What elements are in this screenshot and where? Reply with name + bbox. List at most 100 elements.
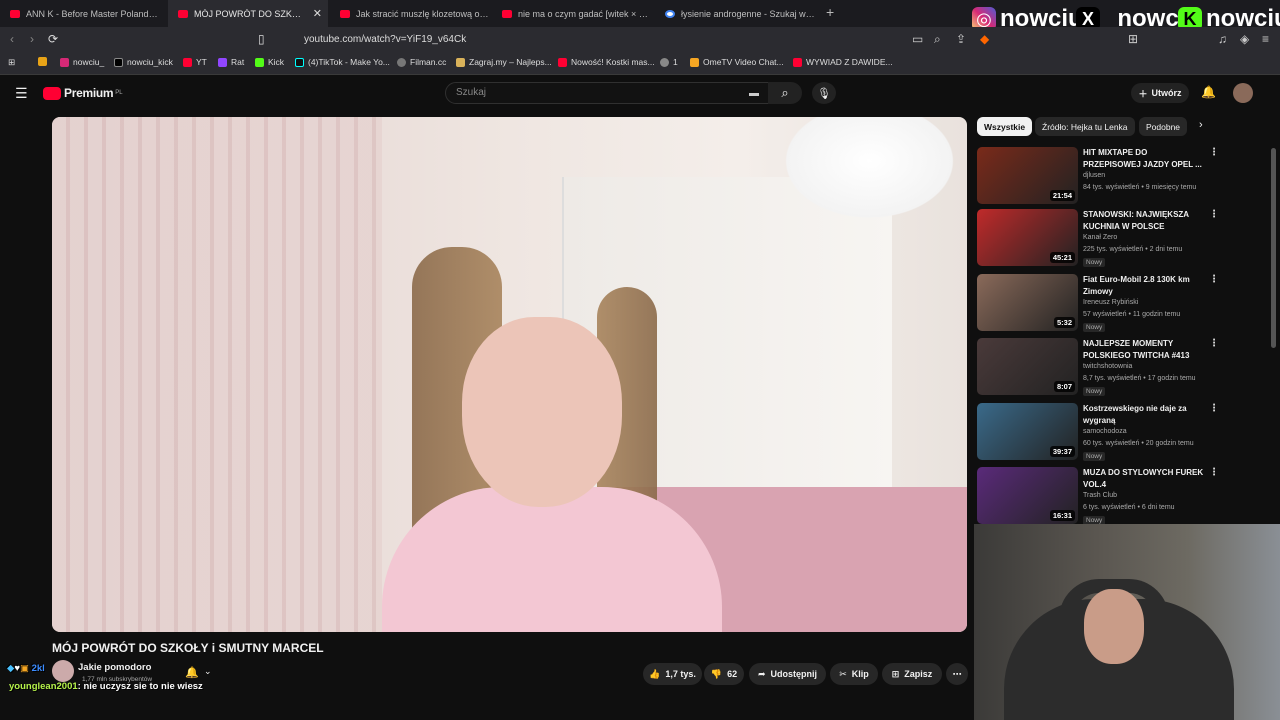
bell-icon[interactable]: 🔔 xyxy=(1201,85,1216,99)
url-field[interactable]: youtube.com/watch?v=YiF19_v64Ck xyxy=(280,30,1000,49)
more-icon[interactable]: ⋮ xyxy=(1209,147,1219,158)
video-title[interactable]: NAJLEPSZE MOMENTY POLSKIEGO TWITCHA #413 xyxy=(1083,338,1205,362)
more-icon[interactable]: ⋮ xyxy=(1209,467,1219,478)
bookmark-11[interactable]: OmeTV Video Chat... xyxy=(690,57,784,67)
video-title[interactable]: HIT MIXTAPE DO PRZEPISOWEJ JAZDY OPEL ..… xyxy=(1083,147,1205,171)
share-icon[interactable]: ⇪ xyxy=(956,32,966,46)
bookmark-3[interactable]: YT xyxy=(183,57,207,67)
video-thumbnail[interactable]: 5:32 xyxy=(977,274,1078,331)
search-button[interactable]: ⌕ xyxy=(768,82,802,104)
new-tab-button[interactable]: + xyxy=(826,4,834,20)
like-button[interactable]: 👍 1,7 tys. xyxy=(643,663,702,685)
bookmark-7[interactable]: Filman.cc xyxy=(397,57,446,67)
back-icon[interactable]: ‹ xyxy=(10,32,14,46)
recommended-video[interactable]: 8:07 NAJLEPSZE MOMENTY POLSKIEGO TWITCHA … xyxy=(977,338,1227,398)
bookmark-12[interactable]: WYWIAD Z DAWIDE... xyxy=(793,57,893,67)
bookmark-0[interactable] xyxy=(38,57,51,66)
shield-icon[interactable]: ◆ xyxy=(980,32,989,46)
bell-icon[interactable]: 🔔 xyxy=(185,666,199,679)
extension-icon[interactable]: ⊞ xyxy=(1128,32,1138,46)
more-icon[interactable]: ⋮ xyxy=(1209,338,1219,349)
video-title[interactable]: MUZA DO STYLOWYCH FUREK VOL.4 xyxy=(1083,467,1205,491)
music-icon[interactable]: ♫ xyxy=(1218,32,1227,46)
chip-source[interactable]: Źródło: Hejka tu Lenka xyxy=(1035,117,1135,136)
bookmark-5[interactable]: Kick xyxy=(255,57,284,67)
video-frame-hoodie xyxy=(382,487,722,632)
save-label: Zapisz xyxy=(904,669,933,679)
bookmark-icon[interactable]: ▯ xyxy=(258,32,265,46)
screen-icon[interactable]: ▭ xyxy=(912,32,923,46)
bookmark-4[interactable]: Rat xyxy=(218,57,244,67)
chevron-right-icon[interactable]: › xyxy=(1199,119,1203,131)
chevron-down-icon[interactable]: ⌄ xyxy=(204,666,212,677)
share-button[interactable]: ➦ Udostępnij xyxy=(749,663,826,685)
bookmark-10[interactable]: 1 xyxy=(660,57,678,67)
more-icon[interactable]: ⋮ xyxy=(1209,403,1219,414)
vpn-icon[interactable]: ◈ xyxy=(1240,32,1249,46)
avatar[interactable] xyxy=(1233,83,1253,103)
apps-icon[interactable]: ⊞ xyxy=(8,57,15,68)
tab-4[interactable]: łysienie androgenne - Szukaj w Goog xyxy=(655,0,815,27)
bookmark-9[interactable]: Nowość! Kostki mas... xyxy=(558,57,655,67)
create-button[interactable]: ＋ Utwórz xyxy=(1131,83,1189,103)
channel-name[interactable]: Kanał Zero xyxy=(1083,234,1117,241)
forward-icon[interactable]: › xyxy=(30,32,34,46)
keyboard-icon[interactable]: ▬ xyxy=(749,84,759,104)
hamburger-menu-icon[interactable]: ☰ xyxy=(15,85,28,102)
channel-name[interactable]: Jakie pomodoro xyxy=(78,662,151,673)
chip-related[interactable]: Podobne xyxy=(1139,117,1188,136)
bookmark-1[interactable]: nowciu_ xyxy=(60,57,104,67)
video-title[interactable]: STANOWSKI: NAJWIĘKSZA KUCHNIA W POLSCE xyxy=(1083,209,1205,233)
recommended-video[interactable]: 39:37 Kostrzewskiego nie daje za wygraną s… xyxy=(977,403,1227,463)
tab-2[interactable]: Jak stracić muszlę klozetową o półno xyxy=(330,0,490,27)
bookmark-8[interactable]: Zagraj.my – Najleps... xyxy=(456,57,552,67)
url-text: youtube.com/watch?v=YiF19_v64Ck xyxy=(304,34,467,45)
tab-title: łysienie androgenne - Szukaj w Goog xyxy=(681,8,815,19)
voice-search-button[interactable]: 🎙 xyxy=(812,82,836,104)
channel-name[interactable]: Trash Club xyxy=(1083,492,1117,499)
zoom-icon[interactable]: ⌕ xyxy=(934,32,941,47)
more-actions-button[interactable]: ⋯ xyxy=(946,663,968,685)
tab-3[interactable]: nie ma o czym gadać [witek × kasix o xyxy=(492,0,652,27)
ometv-icon xyxy=(690,57,699,67)
duration-badge: 45:21 xyxy=(1049,252,1075,263)
more-icon[interactable]: ⋮ xyxy=(1209,209,1219,220)
bookmark-2[interactable]: nowciu_kick xyxy=(114,57,173,67)
search-input[interactable]: Szukaj ▬ xyxy=(445,82,770,104)
mic-icon: 🎙 xyxy=(817,87,831,100)
video-thumbnail[interactable]: 16:31 xyxy=(977,467,1078,524)
chip-all[interactable]: Wszystkie xyxy=(977,117,1033,136)
globe-icon xyxy=(660,57,669,67)
bookmark-6[interactable]: (4)TikTok - Make Yo... xyxy=(295,57,390,67)
close-tab-icon[interactable]: ✕ xyxy=(307,7,328,20)
video-title[interactable]: Kostrzewskiego nie daje za wygraną xyxy=(1083,403,1205,427)
video-thumbnail[interactable]: 8:07 xyxy=(977,338,1078,395)
save-button[interactable]: ⊞ Zapisz xyxy=(882,663,942,685)
recommended-video[interactable]: 5:32 Fiat Euro-Mobil 2.8 130K km Zimowy Ir… xyxy=(977,274,1227,334)
recommended-video[interactable]: 21:54 HIT MIXTAPE DO PRZEPISOWEJ JAZDY OP… xyxy=(977,147,1227,207)
video-title[interactable]: Fiat Euro-Mobil 2.8 130K km Zimowy xyxy=(1083,274,1205,298)
channel-name[interactable]: samochodoza xyxy=(1083,428,1127,435)
tab-0[interactable]: ANN K - Before Master Poland Dj Bat xyxy=(0,0,160,27)
dislike-button[interactable]: 👎 62 xyxy=(704,663,744,685)
menu-icon[interactable]: ≡ xyxy=(1262,32,1269,46)
video-thumbnail[interactable]: 45:21 xyxy=(977,209,1078,266)
clip-button[interactable]: ✂ Klip xyxy=(830,663,878,685)
recommended-video[interactable]: 16:31 MUZA DO STYLOWYCH FUREK VOL.4 Trash … xyxy=(977,467,1227,527)
clip-label: Klip xyxy=(851,669,869,679)
reload-icon[interactable]: ⟳ xyxy=(48,32,58,46)
youtube-logo[interactable]: Premium PL xyxy=(43,86,123,100)
video-player[interactable] xyxy=(52,117,967,632)
recommended-video[interactable]: 45:21 STANOWSKI: NAJWIĘKSZA KUCHNIA W POL… xyxy=(977,209,1227,269)
video-thumbnail[interactable]: 21:54 xyxy=(977,147,1078,204)
channel-name[interactable]: Ireneusz Rybiński xyxy=(1083,299,1138,306)
tab-1[interactable]: MÓJ POWRÓT DO SZKOŁY i S ✕ xyxy=(168,0,328,27)
share-icon: ➦ xyxy=(757,668,766,679)
channel-name[interactable]: djlusen xyxy=(1083,172,1105,179)
scrollbar[interactable] xyxy=(1271,148,1276,348)
channel-avatar[interactable] xyxy=(52,660,74,682)
video-thumbnail[interactable]: 39:37 xyxy=(977,403,1078,460)
more-icon[interactable]: ⋮ xyxy=(1209,274,1219,285)
video-title: MÓJ POWRÓT DO SZKOŁY i SMUTNY MARCEL xyxy=(52,641,324,655)
channel-name[interactable]: twitchshotownia xyxy=(1083,363,1132,370)
